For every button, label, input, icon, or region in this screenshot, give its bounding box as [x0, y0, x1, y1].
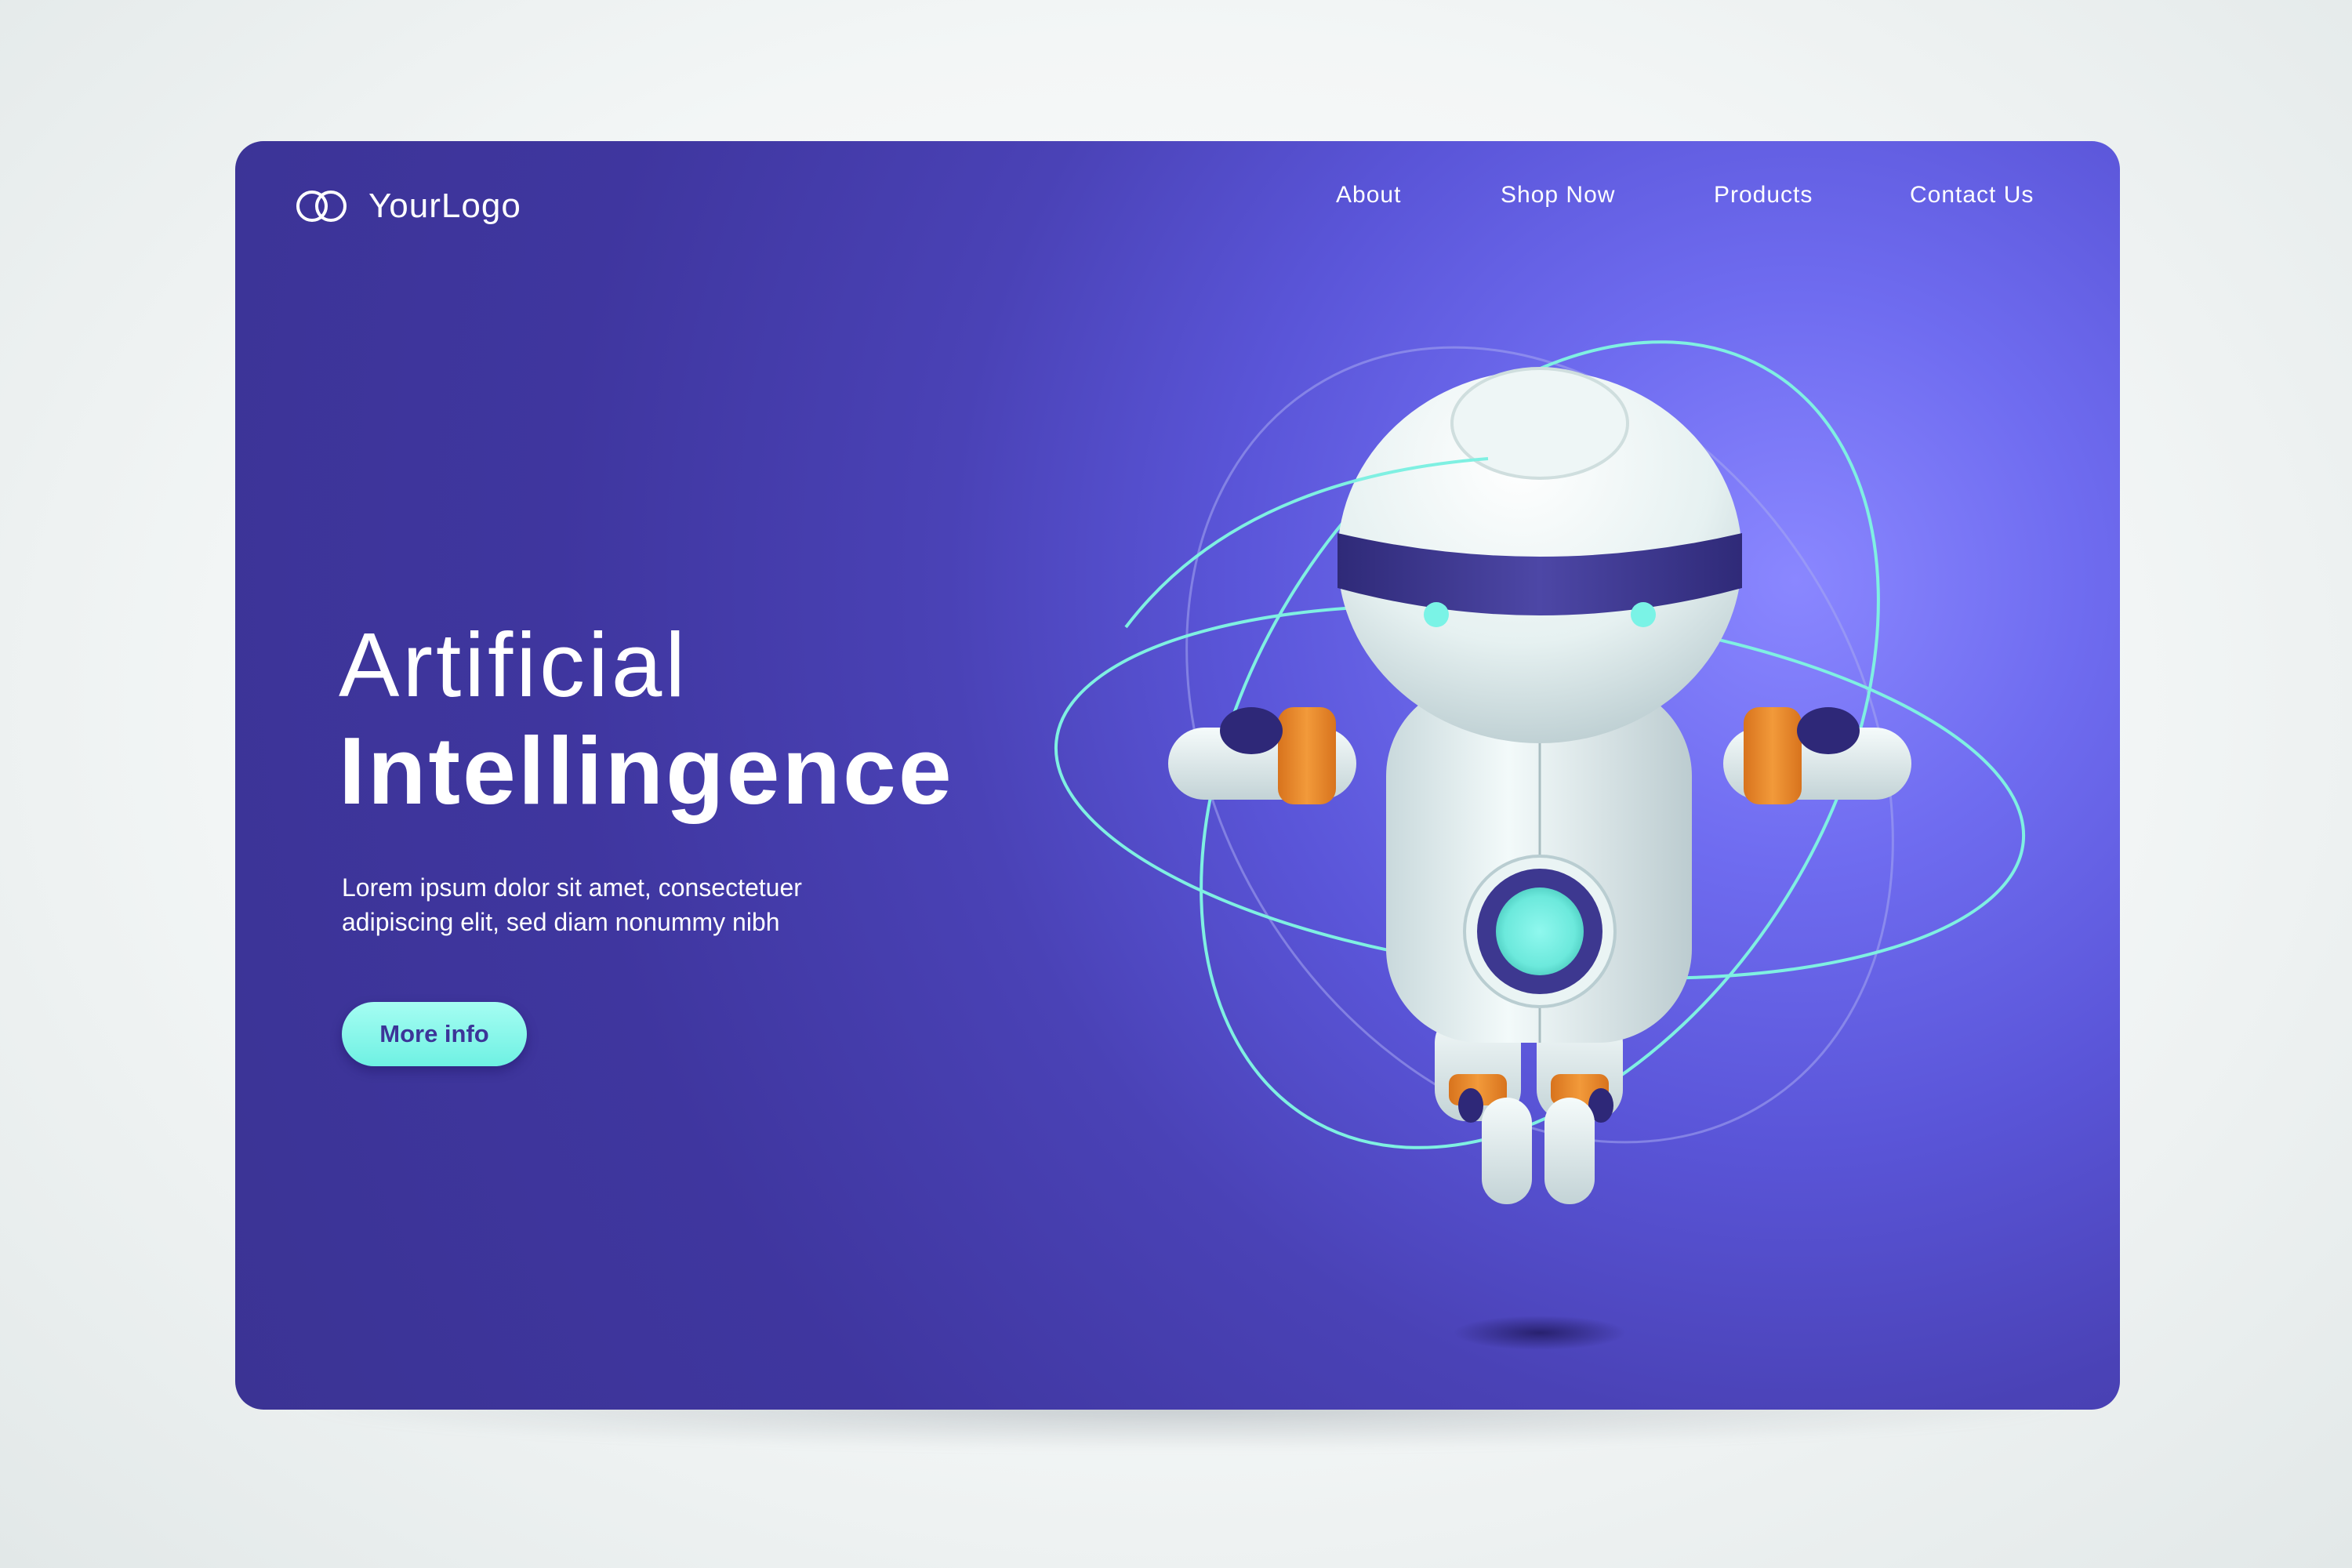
hero-title-line1: Artificial [339, 614, 689, 716]
nav-link-products[interactable]: Products [1714, 182, 1813, 209]
logo-rings-icon [296, 191, 347, 222]
hero-subtitle-line2: adipiscing elit, sed diam nonummy nibh [342, 908, 780, 936]
hero-subtitle-line1: Lorem ipsum dolor sit amet, consectetuer [342, 873, 802, 902]
hero-title-line2: Intellingence [339, 717, 954, 824]
logo-text: YourLogo [368, 187, 521, 225]
top-nav: YourLogo About Shop Now Products Contact… [235, 141, 2120, 267]
nav-link-shop-now[interactable]: Shop Now [1501, 182, 1615, 209]
nav-link-contact-us[interactable]: Contact Us [1910, 182, 2034, 209]
more-info-button[interactable]: More info [342, 1002, 527, 1066]
landing-card: YourLogo About Shop Now Products Contact… [235, 141, 2120, 1410]
logo[interactable]: YourLogo [295, 187, 521, 226]
nav-link-about[interactable]: About [1336, 182, 1401, 209]
hero-subtitle: Lorem ipsum dolor sit amet, consectetuer… [342, 870, 906, 939]
